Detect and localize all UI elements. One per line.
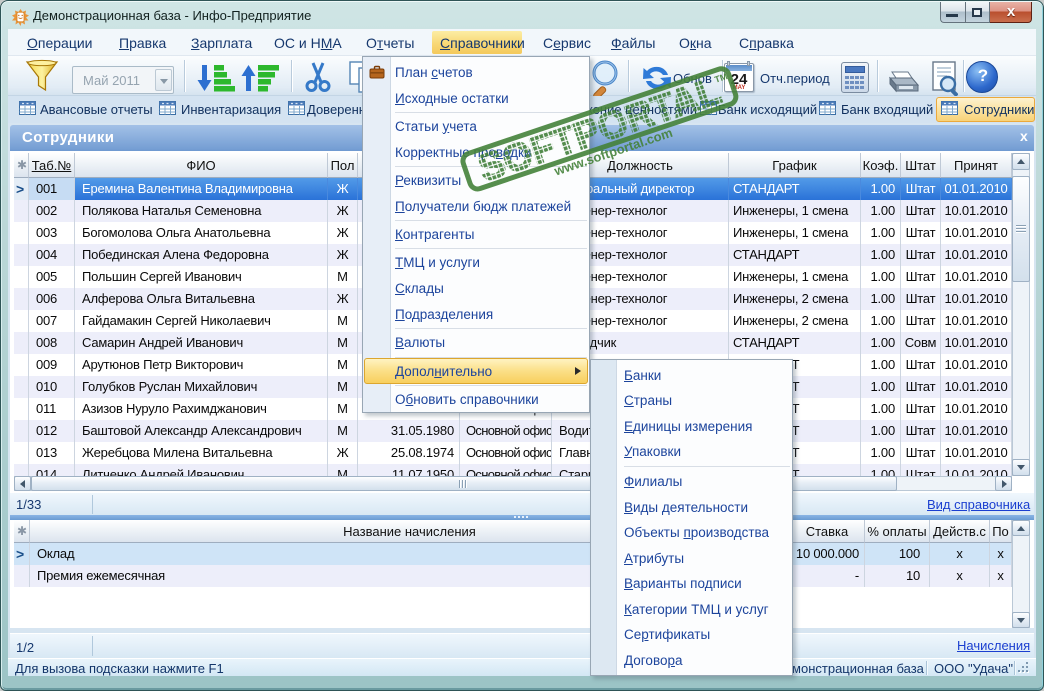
svg-text:TM: TM	[713, 71, 729, 85]
